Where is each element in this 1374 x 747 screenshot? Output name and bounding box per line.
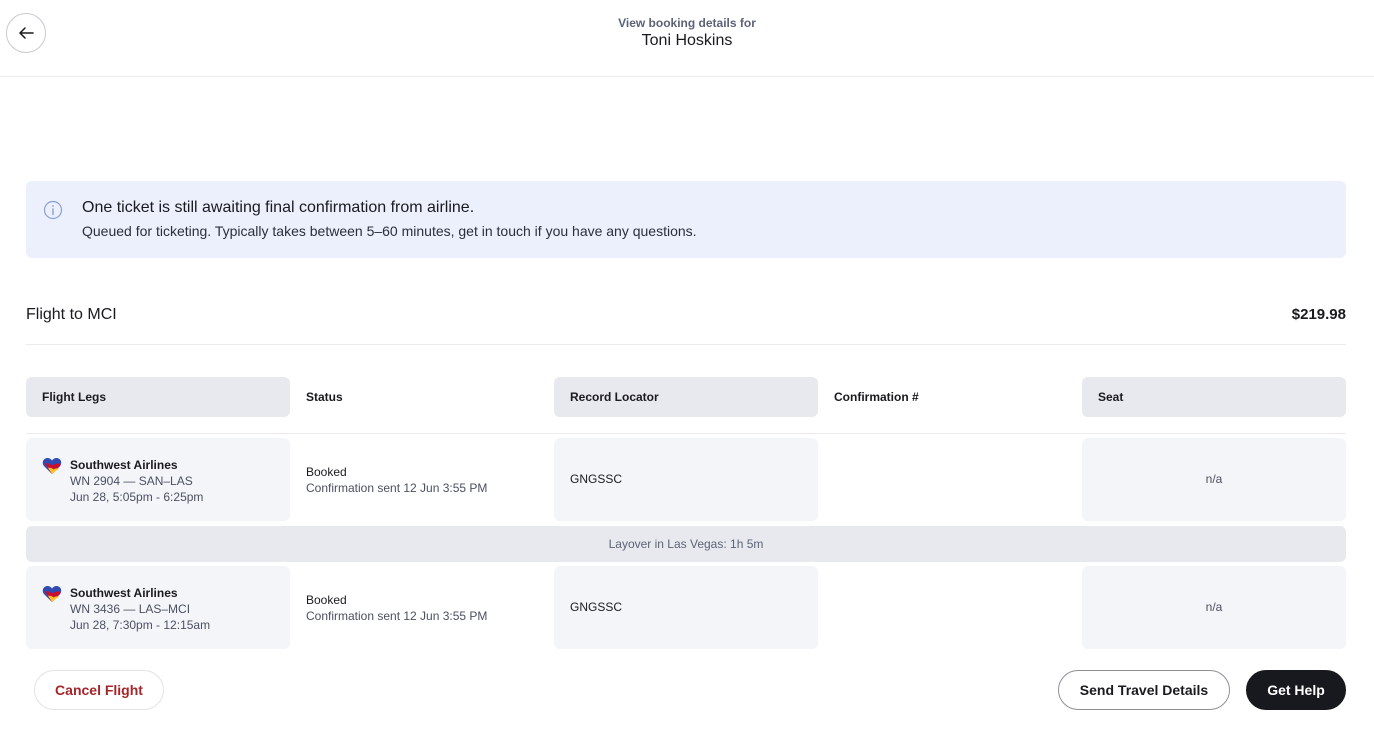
leg-1-confirmation-cell (818, 438, 1082, 521)
leg-1-flight-cell: Southwest Airlines WN 2904 — SAN–LAS Jun… (26, 438, 290, 521)
leg-2-seat-cell: n/a (1082, 566, 1346, 649)
leg-1-record-locator: GNGSSC (570, 472, 623, 486)
southwest-heart-logo (42, 586, 62, 602)
leg-1-seat-cell: n/a (1082, 438, 1346, 521)
column-header-confirmation: Confirmation # (834, 390, 919, 404)
leg-2-status-detail: Confirmation sent 12 Jun 3:55 PM (306, 609, 488, 623)
info-circle-icon (43, 200, 63, 220)
section-divider (26, 344, 1346, 345)
leg-1-status: Booked (306, 465, 347, 479)
alert-title: One ticket is still awaiting final confi… (82, 199, 475, 216)
header-divider (26, 433, 1346, 434)
leg-2-status: Booked (306, 593, 347, 607)
leg-1-seat: n/a (1205, 472, 1223, 486)
flight-price: $219.98 (1291, 306, 1346, 323)
leg-2-airline: Southwest Airlines (70, 586, 178, 600)
leg-1-status-cell: Booked Confirmation sent 12 Jun 3:55 PM (290, 438, 554, 521)
leg-1-status-detail: Confirmation sent 12 Jun 3:55 PM (306, 481, 488, 495)
leg-1-airline: Southwest Airlines (70, 458, 178, 472)
southwest-heart-logo (42, 458, 62, 474)
traveler-name: Toni Hoskins (641, 32, 733, 49)
leg-1-flight-number: WN 2904 — SAN–LAS (70, 474, 193, 488)
leg-2-record-locator-cell: GNGSSC (554, 566, 818, 649)
leg-1-time: Jun 28, 5:05pm - 6:25pm (70, 490, 204, 504)
cancel-flight-button[interactable]: Cancel Flight (34, 670, 164, 710)
column-header-record-locator: Record Locator (554, 377, 818, 417)
leg-2-flight-cell: Southwest Airlines WN 3436 — LAS–MCI Jun… (26, 566, 290, 649)
ticketing-alert: One ticket is still awaiting final confi… (26, 181, 1346, 258)
leg-2-flight-number: WN 3436 — LAS–MCI (70, 602, 191, 616)
column-header-status: Status (306, 390, 343, 404)
header-subtitle: View booking details for (618, 16, 756, 30)
alert-body: Queued for ticketing. Typically takes be… (82, 223, 697, 239)
layover-banner: Layover in Las Vegas: 1h 5m (26, 526, 1346, 562)
page-header: View booking details for Toni Hoskins (0, 0, 1374, 77)
leg-2-seat: n/a (1205, 600, 1223, 614)
get-help-button[interactable]: Get Help (1246, 670, 1346, 710)
leg-2-status-cell: Booked Confirmation sent 12 Jun 3:55 PM (290, 566, 554, 649)
leg-2-time: Jun 28, 7:30pm - 12:15am (70, 618, 211, 632)
leg-2-confirmation-cell (818, 566, 1082, 649)
flight-title: Flight to MCI (26, 306, 117, 323)
leg-2-record-locator: GNGSSC (570, 600, 623, 614)
column-header-flight-legs: Flight Legs (26, 377, 290, 417)
leg-1-record-locator-cell: GNGSSC (554, 438, 818, 521)
column-header-seat: Seat (1082, 377, 1346, 417)
send-travel-details-button[interactable]: Send Travel Details (1058, 670, 1230, 710)
